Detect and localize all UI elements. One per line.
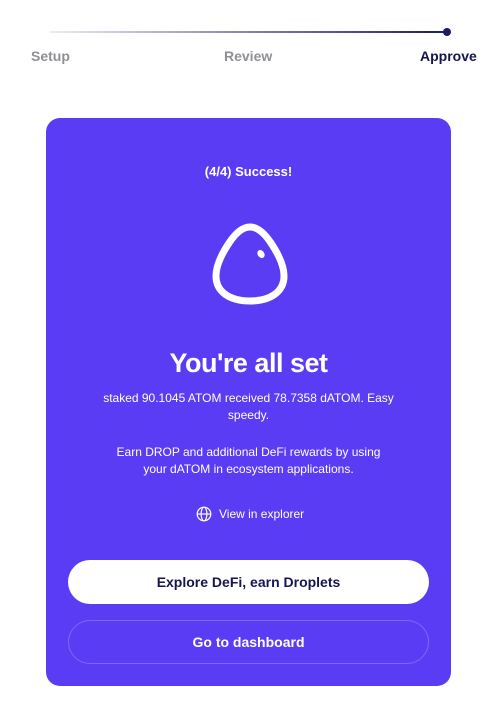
- status-text: (4/4) Success!: [204, 164, 293, 179]
- explore-defi-button[interactable]: Explore DeFi, earn Droplets: [68, 560, 429, 604]
- stake-summary: staked 90.1045 ATOM received 78.7358 dAT…: [103, 391, 394, 422]
- step-setup: Setup: [31, 48, 70, 64]
- view-in-explorer-link[interactable]: View in explorer: [196, 505, 304, 523]
- go-to-dashboard-button[interactable]: Go to dashboard: [68, 620, 429, 664]
- stepper-track: [50, 31, 447, 33]
- step-approve: Approve: [420, 48, 477, 64]
- progress-stepper: Setup Review Approve: [0, 0, 500, 80]
- promo-text: Earn DROP and additional DeFi rewards by…: [116, 445, 381, 476]
- success-card: (4/4) Success! You're all set staked 90.…: [46, 118, 451, 686]
- view-in-explorer-label: View in explorer: [219, 507, 305, 521]
- headline: You're all set: [169, 348, 328, 378]
- drop-icon: [212, 221, 288, 305]
- step-review: Review: [224, 48, 273, 64]
- globe-icon: [196, 506, 212, 522]
- stepper-current-dot: [443, 28, 451, 36]
